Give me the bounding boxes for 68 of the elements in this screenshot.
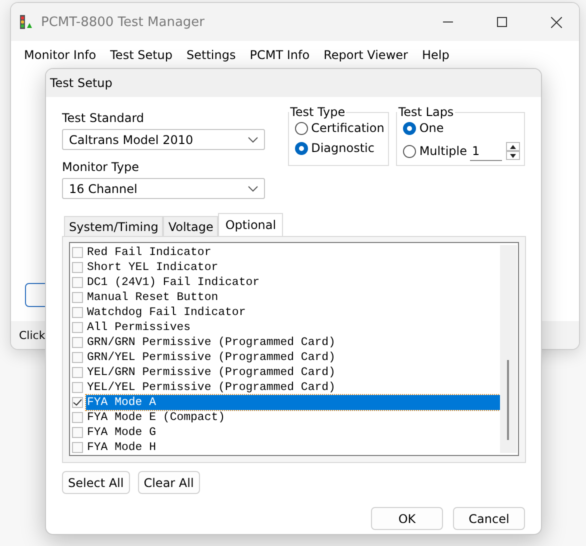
menu-item[interactable]: PCMT Info	[242, 45, 317, 65]
chevron-icon	[248, 186, 258, 192]
list-item[interactable]: YEL/GRN Permissive (Programmed Card)	[86, 365, 500, 380]
dialog-button[interactable]: OK	[371, 507, 443, 530]
checkbox[interactable]	[72, 262, 83, 273]
dropdown[interactable]: Caltrans Model 2010	[62, 129, 266, 150]
dialog-button[interactable]: Cancel	[453, 507, 525, 530]
tab[interactable]: Voltage	[163, 216, 218, 237]
list-item[interactable]: All Permissives	[86, 320, 500, 335]
checkbox[interactable]	[72, 337, 83, 348]
list-item[interactable]: DC1 (24V1) Fail Indicator	[86, 275, 500, 290]
checkbox[interactable]	[72, 292, 83, 303]
checkbox[interactable]	[72, 322, 83, 333]
checkbox[interactable]	[72, 382, 83, 393]
checkbox[interactable]	[72, 367, 83, 378]
menu-item[interactable]: Test Setup	[103, 45, 180, 65]
list-action-button[interactable]: Select All	[62, 471, 130, 494]
menu-item[interactable]: Monitor Info	[17, 45, 104, 65]
menu-item[interactable]: Help	[414, 45, 456, 65]
down-triangle-icon	[510, 154, 516, 158]
traffic-light-icon	[19, 14, 33, 30]
menu-item[interactable]: Report Viewer	[316, 45, 415, 65]
radio-button[interactable]	[295, 122, 308, 134]
list-item[interactable]: GRN/GRN Permissive (Programmed Card)	[86, 335, 500, 350]
radio-option[interactable]: Certification	[295, 121, 384, 135]
group-label: Test Laps	[397, 105, 455, 119]
radio-button[interactable]	[295, 142, 308, 154]
status-text: Click	[19, 328, 46, 342]
list-item[interactable]: FYA Mode H	[86, 440, 500, 455]
window-title: PCMT-8800 Test Manager	[41, 14, 206, 30]
tab[interactable]: Optional	[218, 213, 284, 237]
list-item[interactable]: Watchdog Fail Indicator	[86, 305, 500, 320]
radio-option[interactable]: Multiple	[403, 144, 467, 158]
checkbox[interactable]	[72, 442, 83, 453]
maximize-icon	[497, 17, 507, 27]
menu-item[interactable]: Settings	[180, 45, 243, 65]
checkbox[interactable]	[72, 307, 83, 318]
group-label: Test Type	[289, 105, 346, 119]
list-item[interactable]: GRN/YEL Permissive (Programmed Card)	[86, 350, 500, 365]
list-item[interactable]: YEL/YEL Permissive (Programmed Card)	[86, 380, 500, 395]
list-item[interactable]: Manual Reset Button	[86, 290, 500, 305]
checkbox[interactable]	[72, 247, 83, 258]
checkbox[interactable]	[72, 427, 83, 438]
field-label: Test Standard	[62, 111, 146, 125]
close-icon	[550, 16, 562, 28]
checkbox[interactable]	[72, 397, 83, 408]
radio-button[interactable]	[403, 122, 416, 134]
tab[interactable]: System/Timing	[64, 216, 164, 237]
list-item[interactable]: FYA Mode E (Compact)	[86, 410, 500, 425]
list-action-button[interactable]: Clear All	[138, 471, 200, 494]
list-item[interactable]: FYA Mode A	[86, 395, 500, 410]
checkbox[interactable]	[72, 412, 83, 423]
chevron-icon	[248, 136, 258, 142]
radio-option[interactable]: Diagnostic	[295, 141, 384, 155]
up-triangle-icon	[510, 144, 516, 148]
list-item[interactable]: FYA Mode G	[86, 425, 500, 440]
checkbox[interactable]	[72, 352, 83, 363]
scrollbar[interactable]	[500, 245, 517, 453]
list-item[interactable]: Red Fail Indicator	[86, 245, 500, 260]
dropdown[interactable]: 16 Channel	[62, 178, 266, 199]
radio-button[interactable]	[403, 144, 416, 158]
checkbox[interactable]	[72, 277, 83, 288]
dialog-title: Test Setup	[50, 76, 112, 90]
radio-option[interactable]: One	[403, 121, 520, 135]
down-button[interactable]	[506, 151, 520, 160]
up-button[interactable]	[506, 142, 520, 151]
list-item[interactable]: Short YEL Indicator	[86, 260, 500, 275]
field-label: Monitor Type	[62, 160, 140, 174]
